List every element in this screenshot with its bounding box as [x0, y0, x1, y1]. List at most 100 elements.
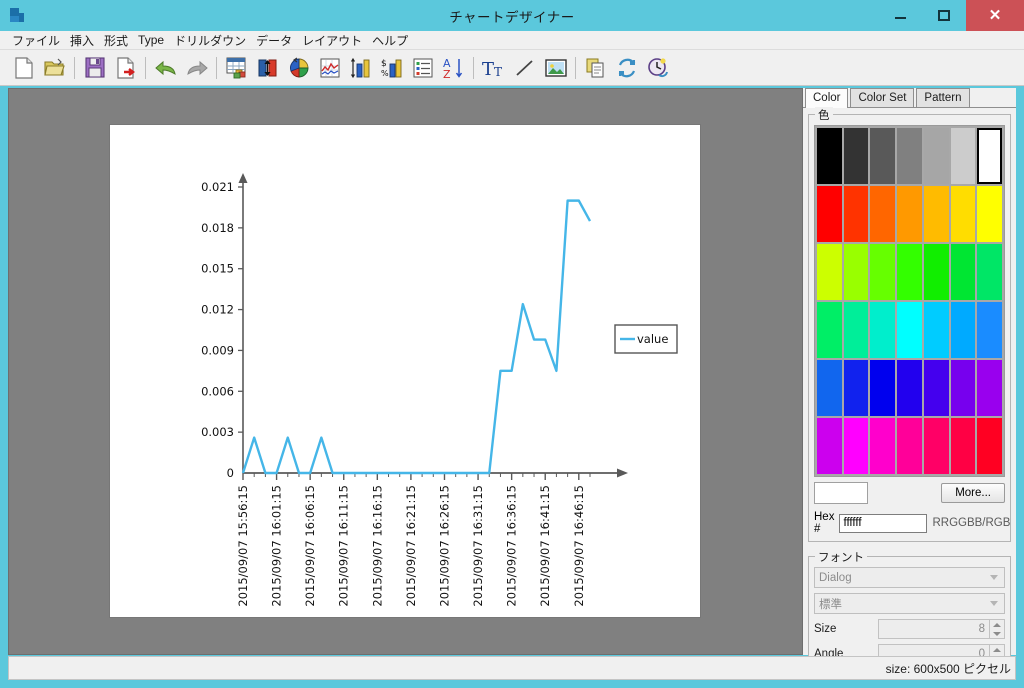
window-controls: ✕ [878, 0, 1024, 31]
text-format-button[interactable]: T T [478, 52, 509, 83]
font-family-select[interactable]: Dialog [814, 567, 1005, 588]
menu-drilldown[interactable]: ドリルダウン [169, 31, 251, 50]
color-swatch[interactable] [897, 128, 922, 184]
color-swatch[interactable] [844, 244, 869, 300]
color-swatch[interactable] [817, 360, 842, 416]
color-swatch[interactable] [897, 302, 922, 358]
more-colors-button[interactable]: More... [941, 483, 1005, 503]
refresh-button[interactable] [611, 52, 642, 83]
color-swatch[interactable] [817, 302, 842, 358]
image-button[interactable] [540, 52, 571, 83]
save-button[interactable] [79, 52, 110, 83]
color-swatch[interactable] [924, 418, 949, 474]
line-chart-button[interactable] [314, 52, 345, 83]
color-swatch[interactable] [897, 244, 922, 300]
menu-layout[interactable]: レイアウト [297, 31, 367, 50]
color-swatch[interactable] [844, 186, 869, 242]
color-swatch[interactable] [977, 186, 1002, 242]
stepper-up-icon [993, 623, 1001, 627]
hex-input[interactable] [839, 514, 927, 533]
color-swatch[interactable] [897, 186, 922, 242]
svg-text:0.021: 0.021 [201, 180, 234, 194]
copy-button[interactable] [580, 52, 611, 83]
color-swatch[interactable] [977, 418, 1002, 474]
close-icon: ✕ [989, 8, 1002, 23]
new-file-button[interactable] [8, 52, 39, 83]
chart-paper[interactable]: 00.0030.0060.0090.0120.0150.0180.0212015… [110, 125, 700, 617]
color-swatch[interactable] [951, 186, 976, 242]
color-swatch[interactable] [870, 360, 895, 416]
color-swatch[interactable] [977, 302, 1002, 358]
line-style-button[interactable] [509, 52, 540, 83]
data-table-button[interactable] [221, 52, 252, 83]
font-style-select[interactable]: 標準 [814, 593, 1005, 614]
color-swatch[interactable] [844, 418, 869, 474]
tab-color-set[interactable]: Color Set [850, 88, 914, 107]
color-swatch[interactable] [844, 302, 869, 358]
font-group-label: フォント [815, 549, 867, 565]
export-button[interactable] [110, 52, 141, 83]
color-swatch[interactable] [817, 418, 842, 474]
color-swatch[interactable] [870, 186, 895, 242]
bar-chart-button[interactable] [252, 52, 283, 83]
font-size-value[interactable]: 8 [878, 619, 990, 639]
menu-data[interactable]: データ [251, 31, 297, 50]
minimize-button[interactable] [878, 0, 922, 31]
color-preview-swatch[interactable] [814, 482, 868, 504]
color-swatch[interactable] [951, 128, 976, 184]
color-swatch[interactable] [924, 186, 949, 242]
color-swatch[interactable] [897, 360, 922, 416]
redo-arrow-icon [185, 58, 209, 78]
pie-chart-button[interactable] [283, 52, 314, 83]
app-window-icon [9, 7, 26, 24]
color-swatch[interactable] [924, 360, 949, 416]
color-swatch[interactable] [897, 418, 922, 474]
menu-file[interactable]: ファイル [7, 31, 65, 50]
tab-pattern[interactable]: Pattern [916, 88, 969, 107]
svg-text:0.012: 0.012 [201, 303, 234, 317]
percent-chart-button[interactable]: $ % [376, 52, 407, 83]
color-swatch[interactable] [817, 244, 842, 300]
color-swatch[interactable] [817, 186, 842, 242]
menu-insert[interactable]: 挿入 [65, 31, 99, 50]
menu-format[interactable]: 形式 [99, 31, 133, 50]
color-swatch[interactable] [870, 128, 895, 184]
color-swatch[interactable] [817, 128, 842, 184]
color-group-label: 色 [815, 107, 833, 123]
color-swatch[interactable] [977, 360, 1002, 416]
color-swatch[interactable] [844, 360, 869, 416]
color-swatch[interactable] [951, 360, 976, 416]
legend-list-button[interactable] [407, 52, 438, 83]
sort-az-button[interactable]: A Z [438, 52, 469, 83]
redo-button[interactable] [181, 52, 212, 83]
color-swatch[interactable] [977, 244, 1002, 300]
close-button[interactable]: ✕ [966, 0, 1024, 31]
color-swatch[interactable] [951, 244, 976, 300]
menu-help[interactable]: ヘルプ [367, 31, 413, 50]
stepper-down-icon [993, 632, 1001, 636]
color-swatch[interactable] [951, 302, 976, 358]
color-swatch[interactable] [977, 128, 1002, 184]
chart-plot[interactable]: 00.0030.0060.0090.0120.0150.0180.0212015… [110, 125, 700, 617]
axis-scale-button[interactable] [345, 52, 376, 83]
menu-type[interactable]: Type [133, 32, 169, 48]
color-swatch[interactable] [844, 128, 869, 184]
open-folder-button[interactable] [39, 52, 70, 83]
font-size-stepper[interactable] [990, 619, 1005, 639]
pie-chart-icon [287, 56, 311, 80]
schedule-refresh-button[interactable] [642, 52, 673, 83]
color-swatch[interactable] [870, 302, 895, 358]
color-palette[interactable] [814, 125, 1005, 477]
color-swatch[interactable] [924, 244, 949, 300]
color-swatch[interactable] [924, 302, 949, 358]
tab-color[interactable]: Color [805, 88, 848, 108]
chart-canvas-area[interactable]: 00.0030.0060.0090.0120.0150.0180.0212015… [8, 88, 803, 655]
color-swatch[interactable] [951, 418, 976, 474]
color-swatch[interactable] [870, 418, 895, 474]
undo-button[interactable] [150, 52, 181, 83]
color-swatch[interactable] [870, 244, 895, 300]
sort-az-icon: A Z [442, 56, 466, 80]
color-swatch[interactable] [924, 128, 949, 184]
maximize-button[interactable] [922, 0, 966, 31]
svg-text:0: 0 [227, 466, 234, 480]
